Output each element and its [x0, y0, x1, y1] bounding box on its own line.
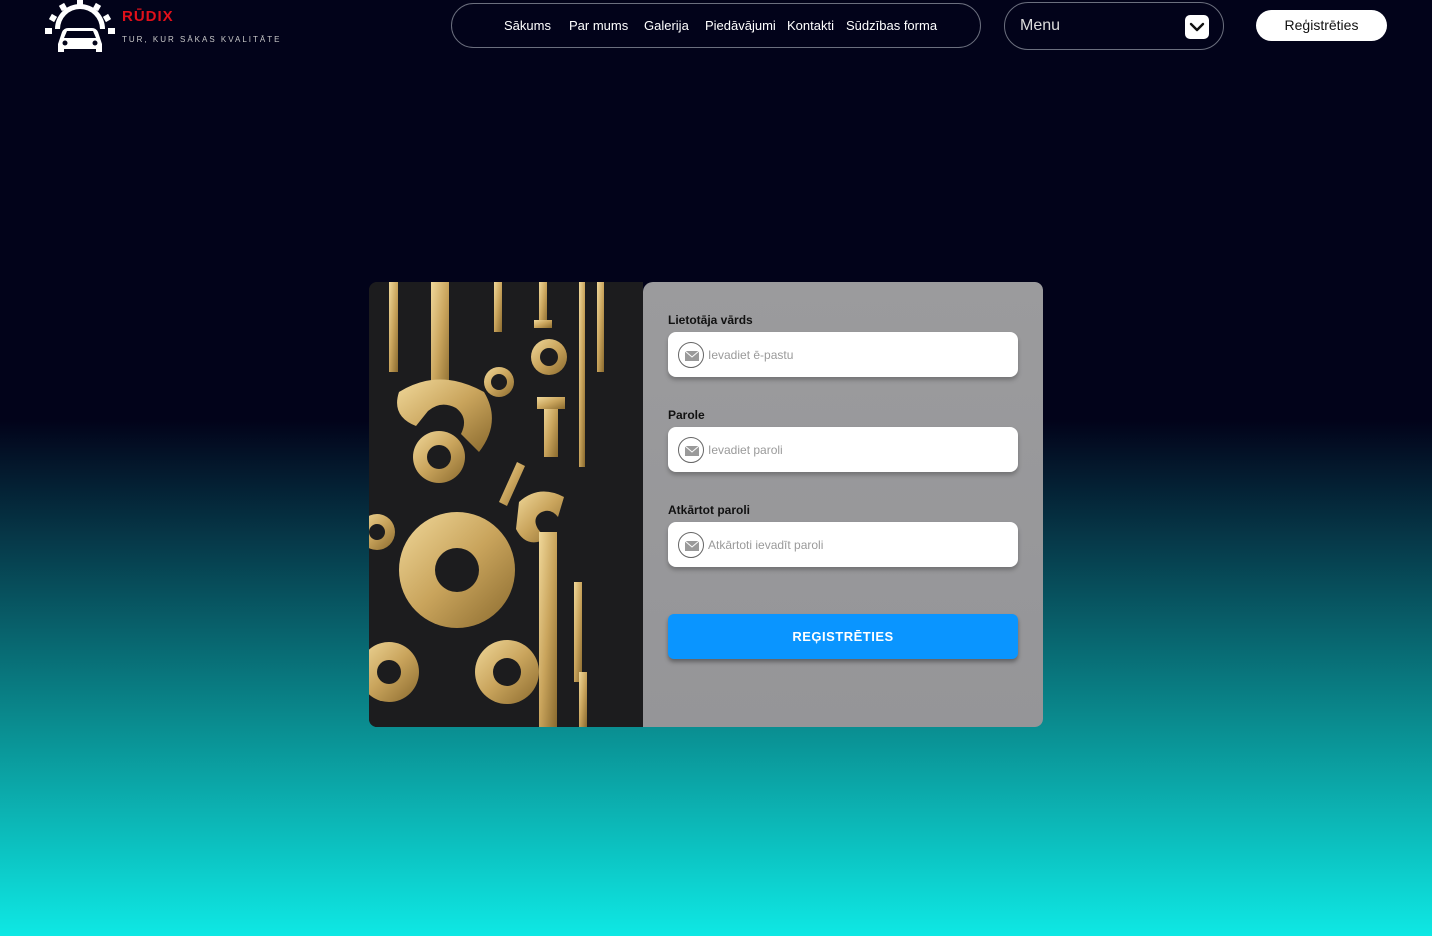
register-header-button[interactable]: Reģistrēties	[1256, 10, 1387, 41]
password-label: Parole	[668, 408, 705, 422]
mail-icon	[678, 437, 704, 463]
menu-dropdown[interactable]: Menu	[1004, 2, 1224, 50]
chevron-down-icon[interactable]	[1185, 15, 1209, 39]
mail-icon	[678, 532, 704, 558]
password-repeat-label: Atkārtot paroli	[668, 503, 751, 517]
nav-item-contacts[interactable]: Kontakti	[787, 18, 834, 33]
register-submit-button[interactable]: REĢISTRĒTIES	[668, 614, 1018, 659]
car-gear-logo-icon	[45, 0, 115, 52]
main-nav: Sākums Par mums Galerija Piedāvājumi Kon…	[451, 3, 981, 48]
nav-item-gallery[interactable]: Galerija	[644, 18, 689, 33]
register-form: Lietotāja vārds Parole Atkārtot paroli R…	[643, 282, 1043, 727]
tools-illustration	[369, 282, 643, 727]
tools-photo	[369, 282, 643, 727]
nav-item-home[interactable]: Sākums	[504, 18, 551, 33]
mail-icon	[678, 342, 704, 368]
nav-item-complaints[interactable]: Sūdzības forma	[846, 18, 937, 33]
nav-item-offers[interactable]: Piedāvājumi	[705, 18, 776, 33]
password-repeat-input[interactable]	[708, 522, 1008, 567]
logo[interactable]: RŪDIX TUR, KUR SĀKAS KVALITĀTE	[42, 0, 282, 56]
menu-label: Menu	[1020, 17, 1061, 34]
brand-tagline: TUR, KUR SĀKAS KVALITĀTE	[122, 35, 282, 44]
register-card: Lietotāja vārds Parole Atkārtot paroli R…	[369, 282, 1043, 727]
brand-name: RŪDIX	[122, 8, 174, 25]
password-input[interactable]	[708, 427, 1008, 472]
username-label: Lietotāja vārds	[668, 313, 753, 327]
password-repeat-field[interactable]	[668, 522, 1018, 567]
password-field[interactable]	[668, 427, 1018, 472]
nav-item-about[interactable]: Par mums	[569, 18, 628, 33]
username-field[interactable]	[668, 332, 1018, 377]
username-input[interactable]	[708, 332, 1008, 377]
